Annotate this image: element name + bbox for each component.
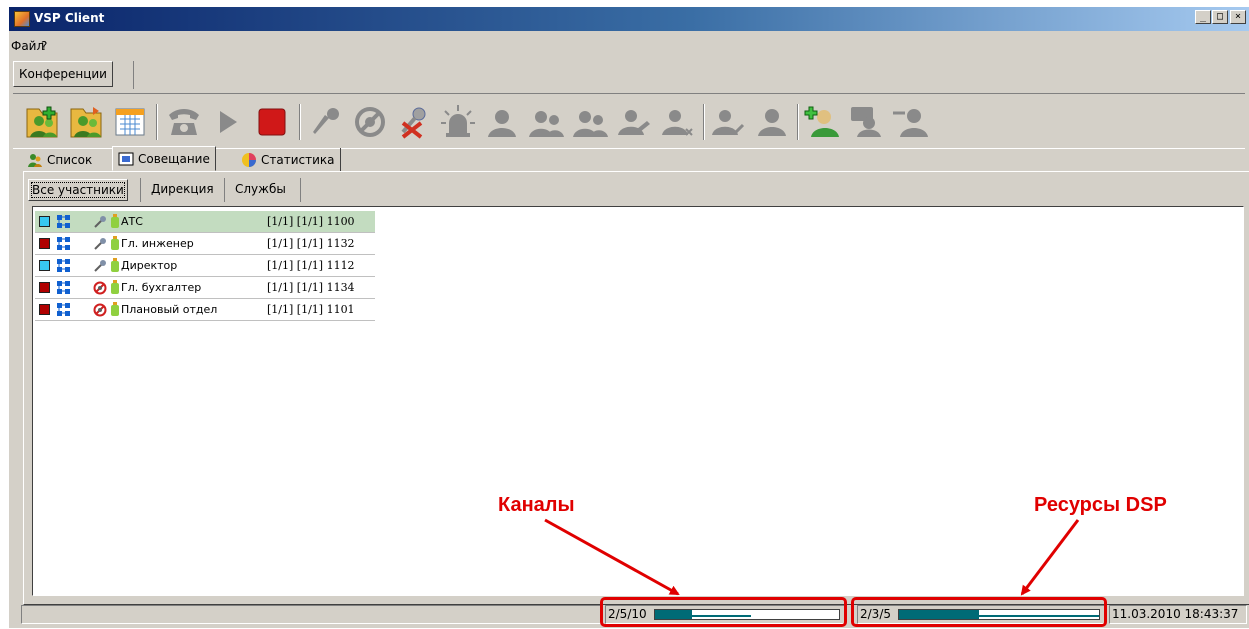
annotation-channels-arrow bbox=[544, 518, 680, 596]
annotation-dsp-arrow bbox=[1020, 519, 1080, 596]
annotation-arrows bbox=[544, 518, 1080, 596]
